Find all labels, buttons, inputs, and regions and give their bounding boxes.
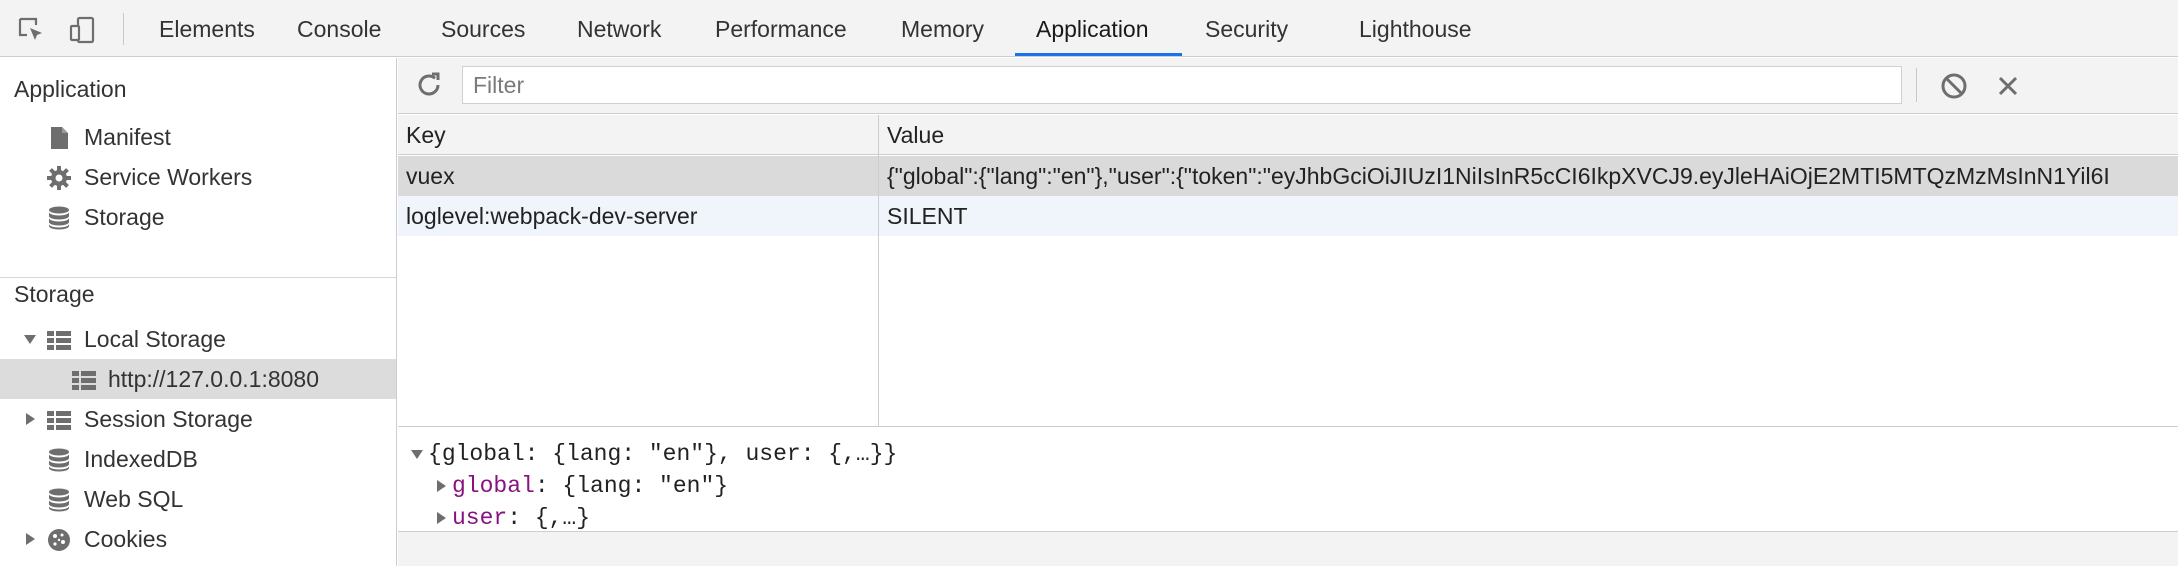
- sidebar-item-web-sql[interactable]: Web SQL: [0, 479, 396, 519]
- sidebar-item-localhost-origin[interactable]: http://127.0.0.1:8080: [0, 359, 396, 399]
- tab-elements[interactable]: Elements: [159, 0, 255, 57]
- sidebar-item-label: Web SQL: [84, 486, 184, 512]
- property-value: : {,…}: [507, 505, 591, 531]
- clear-all-icon[interactable]: [1938, 70, 1970, 102]
- preview-root-user-key: user: [745, 441, 801, 467]
- table-row[interactable]: vuex {"global":{"lang":"en"},"user":{"to…: [398, 156, 2178, 196]
- grid-icon: [46, 407, 72, 433]
- tab-lighthouse[interactable]: Lighthouse: [1359, 0, 1472, 57]
- devtools-tab-bar: Elements Console Sources Network Perform…: [0, 0, 2178, 57]
- preview-property-global[interactable]: global: {lang: "en"}: [434, 470, 728, 502]
- toolbar-separator: [123, 13, 124, 45]
- column-header-value[interactable]: Value: [879, 115, 2178, 155]
- sidebar-item-label: Storage: [84, 204, 165, 230]
- triangle-right-icon[interactable]: [434, 479, 450, 493]
- row-value: {"global":{"lang":"en"},"user":{"token":…: [887, 163, 2110, 189]
- row-key: loglevel:webpack-dev-server: [406, 203, 698, 229]
- column-header-key[interactable]: Key: [398, 115, 878, 155]
- preview-root-user-value: : {,…}}: [800, 441, 898, 467]
- property-value: : {lang: "en"}: [534, 473, 729, 499]
- preview-root[interactable]: {global: {lang: "en"}, user: {,…}}: [410, 438, 897, 470]
- tab-memory[interactable]: Memory: [901, 0, 984, 57]
- sidebar-item-service-workers[interactable]: Service Workers: [0, 157, 396, 197]
- file-icon: [46, 125, 72, 151]
- preview-property-user[interactable]: user: {,…}: [434, 502, 590, 534]
- sidebar-heading-storage: Storage: [14, 281, 95, 307]
- application-sidebar: Application Manifest Service Workers Sto…: [0, 58, 397, 566]
- property-name: user: [452, 505, 508, 531]
- tab-sources[interactable]: Sources: [441, 0, 525, 57]
- tab-performance[interactable]: Performance: [715, 0, 847, 57]
- gear-icon: [46, 165, 72, 191]
- triangle-right-icon[interactable]: [23, 412, 37, 426]
- sidebar-item-label: Local Storage: [84, 326, 226, 352]
- sidebar-item-label: Service Workers: [84, 164, 253, 190]
- sidebar-item-label: http://127.0.0.1:8080: [108, 366, 320, 392]
- preview-root-prefix: {: [428, 441, 442, 467]
- sidebar-item-label: Cookies: [84, 526, 168, 552]
- table-header: Key Value: [398, 115, 2178, 155]
- device-toolbar-icon[interactable]: [68, 15, 98, 45]
- toolbar-separator: [1916, 68, 1917, 102]
- database-icon: [46, 205, 72, 231]
- grid-icon: [46, 327, 72, 353]
- triangle-down-icon[interactable]: [23, 332, 37, 346]
- active-tab-indicator: [1015, 53, 1182, 56]
- sidebar-item-manifest[interactable]: Manifest: [0, 117, 396, 157]
- row-value: SILENT: [887, 203, 968, 229]
- database-icon: [46, 487, 72, 513]
- preview-root-global-key: global: [441, 441, 525, 467]
- bottom-status-strip: [398, 531, 2178, 566]
- cookie-icon: [46, 527, 72, 553]
- triangle-down-icon[interactable]: [410, 447, 426, 461]
- storage-toolbar: [398, 58, 2178, 114]
- sidebar-item-indexeddb[interactable]: IndexedDB: [0, 439, 396, 479]
- grid-icon: [71, 367, 97, 393]
- sidebar-item-cookies[interactable]: Cookies: [0, 519, 396, 559]
- storage-table: Key Value vuex {"global":{"lang":"en"},"…: [398, 115, 2178, 427]
- tab-network[interactable]: Network: [577, 0, 661, 57]
- sidebar-divider: [0, 277, 396, 278]
- local-storage-panel: Key Value vuex {"global":{"lang":"en"},"…: [398, 58, 2178, 566]
- filter-input[interactable]: [462, 66, 1902, 104]
- sidebar-item-label: IndexedDB: [84, 446, 198, 472]
- sidebar-item-label: Manifest: [84, 124, 171, 150]
- row-key: vuex: [406, 163, 455, 189]
- triangle-right-icon[interactable]: [23, 532, 37, 546]
- delete-selected-icon[interactable]: [1992, 70, 2024, 102]
- sidebar-item-label: Session Storage: [84, 406, 253, 432]
- database-icon: [46, 447, 72, 473]
- refresh-icon[interactable]: [413, 69, 445, 101]
- sidebar-item-local-storage[interactable]: Local Storage: [0, 319, 396, 359]
- sidebar-item-storage[interactable]: Storage: [0, 197, 396, 237]
- property-name: global: [452, 473, 535, 499]
- table-row[interactable]: loglevel:webpack-dev-server SILENT: [398, 196, 2178, 236]
- tab-security[interactable]: Security: [1205, 0, 1288, 57]
- tab-console[interactable]: Console: [297, 0, 381, 57]
- inspect-element-icon[interactable]: [16, 15, 46, 45]
- sidebar-heading-application: Application: [14, 76, 127, 102]
- sidebar-item-session-storage[interactable]: Session Storage: [0, 399, 396, 439]
- column-divider[interactable]: [878, 115, 879, 426]
- preview-root-global-value: : {lang: "en"},: [524, 441, 746, 467]
- tab-application[interactable]: Application: [1036, 0, 1149, 57]
- triangle-right-icon[interactable]: [434, 511, 450, 525]
